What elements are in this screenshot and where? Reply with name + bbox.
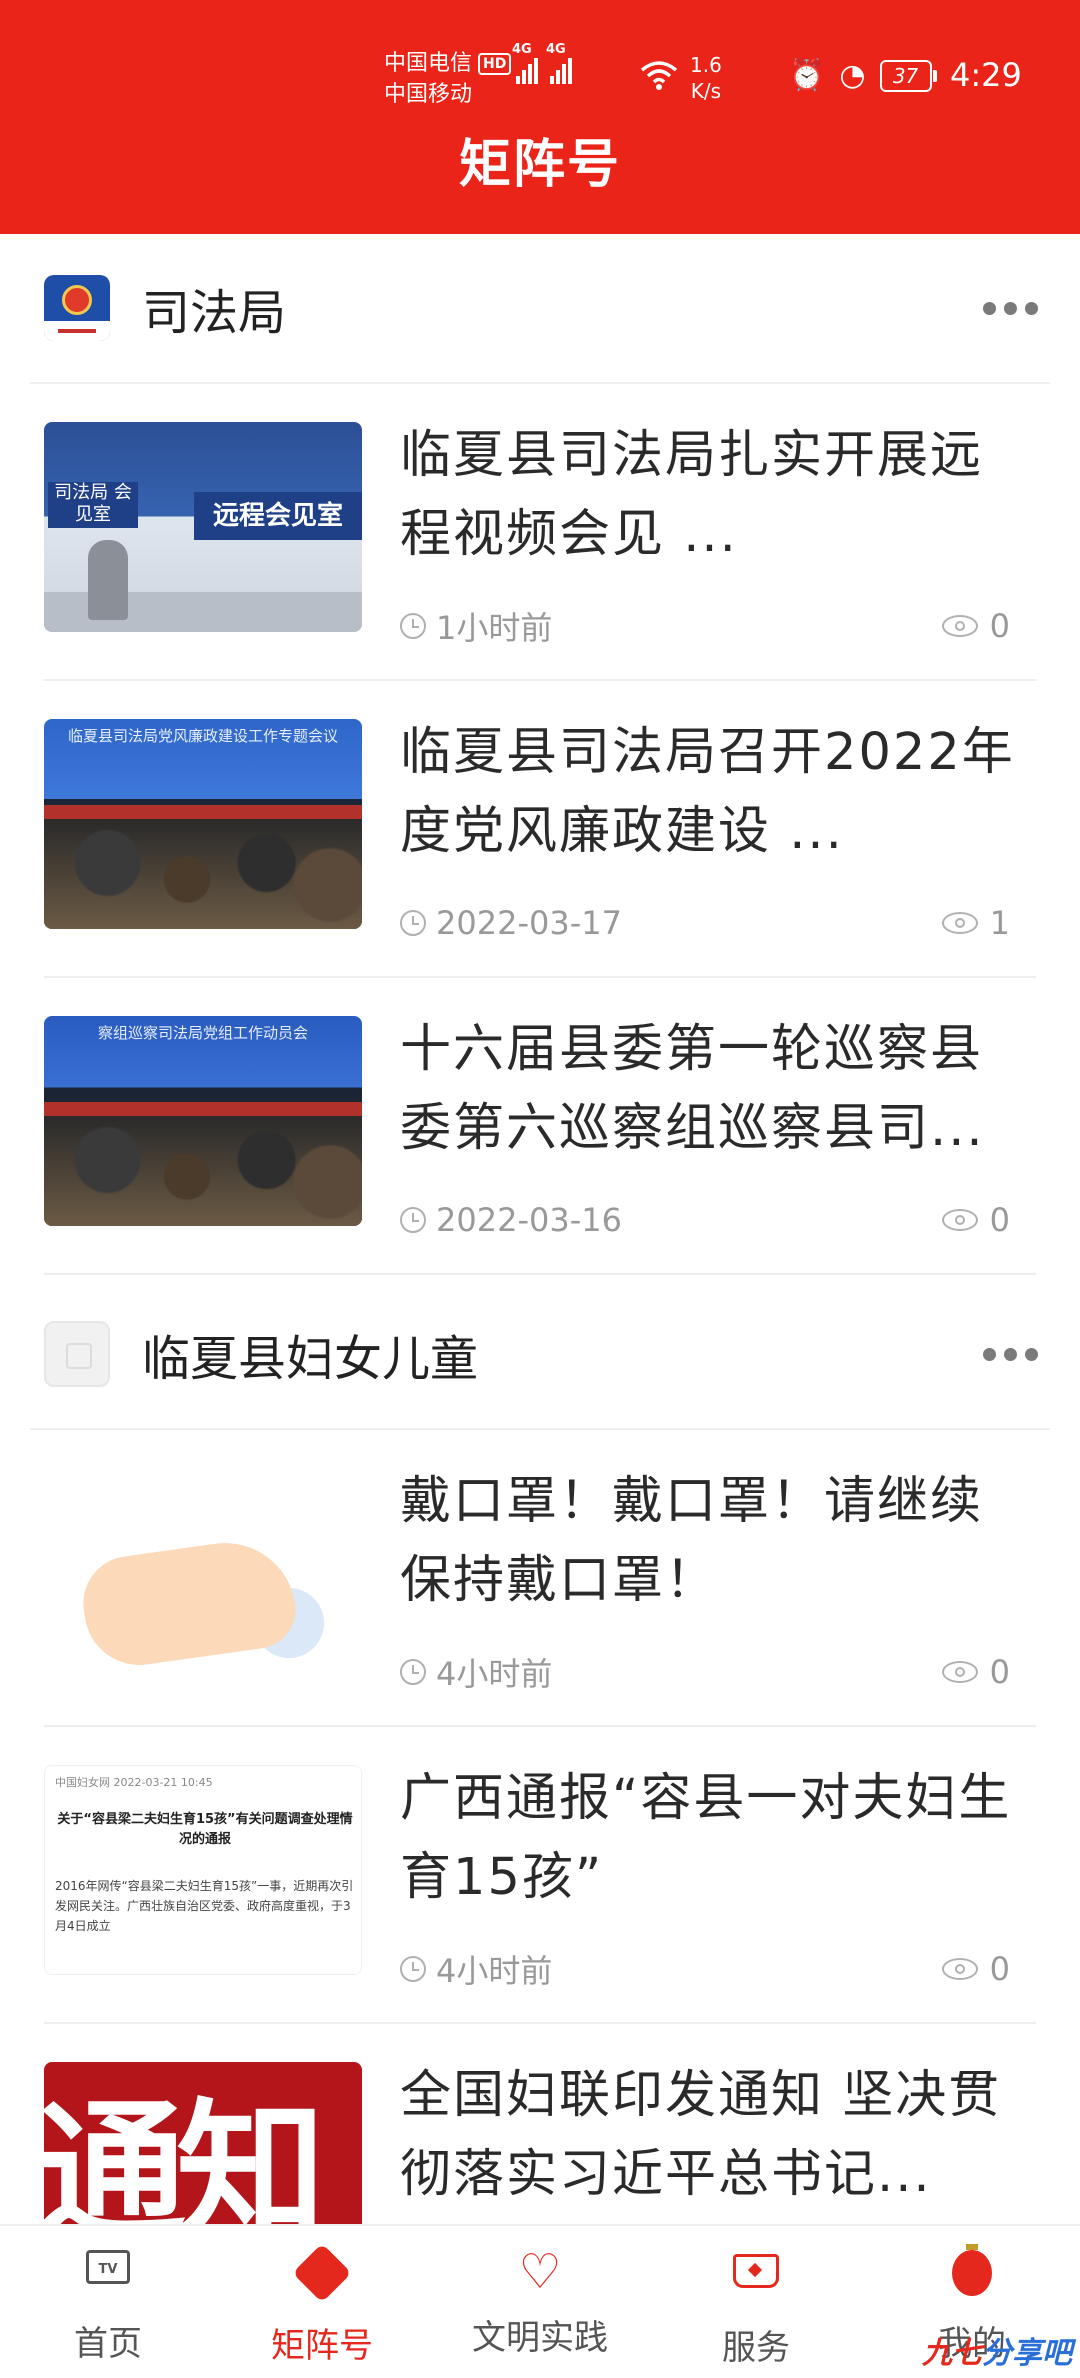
tv-icon: TV <box>86 2250 130 2284</box>
article-time: 2022-03-16 <box>436 1201 622 1239</box>
status-time: 4:29 <box>950 56 1022 94</box>
alarm-icon: ⏰ <box>788 58 826 93</box>
clock-icon <box>400 1659 426 1685</box>
org-logo <box>44 1321 110 1387</box>
article-thumbnail: 中国妇女网 2022-03-21 10:45 关于“容县梁二夫妇生育15孩”有关… <box>44 1765 362 1975</box>
article-title: 全国妇联印发通知 坚决贯彻落实习近平总书记... <box>400 2066 1002 2204</box>
eye-icon <box>941 615 978 637</box>
list-item[interactable]: 司法局 会见室 远程会见室 临夏县司法局扎实开展远程视频会见 ... 1小时前 … <box>44 384 1036 681</box>
signal-icons: 4G 4G <box>512 42 572 84</box>
article-meta: 2022-03-17 1 <box>400 903 1020 943</box>
tab-label: 首页 <box>74 2324 142 2364</box>
battery-indicator: 37 <box>879 59 937 92</box>
more-icon[interactable] <box>983 301 1038 315</box>
eye-icon <box>941 1661 978 1683</box>
signal-icon: 4G <box>546 42 572 84</box>
eye-icon <box>941 1958 978 1980</box>
tab-label: 服务 <box>722 2328 790 2368</box>
watermark: 九七分享吧 <box>922 2336 1072 2371</box>
eye-icon <box>941 912 978 934</box>
article-meta: 4小时前 0 <box>400 1949 1020 1990</box>
list-item[interactable]: 戴口罩！戴口罩！请继续保持戴口罩！ 4小时前 0 <box>44 1430 1036 1727</box>
view-count: 1 <box>941 904 1010 942</box>
clock-icon <box>400 910 426 936</box>
view-count: 0 <box>941 1950 1010 1988</box>
list-item[interactable]: 中国妇女网 2022-03-21 10:45 关于“容县梁二夫妇生育15孩”有关… <box>44 1727 1036 2024</box>
list-item[interactable]: 察组巡察司法局党组工作动员会 十六届县委第一轮巡察县委第六巡察组巡察县司... … <box>44 978 1036 1275</box>
clock-icon <box>400 613 426 639</box>
article-thumbnail: 察组巡察司法局党组工作动员会 <box>44 1016 362 1226</box>
carrier-info: 中国电信 HD 中国移动 <box>384 48 512 110</box>
article-thumbnail: 临夏县司法局党风廉政建设工作专题会议 <box>44 719 362 929</box>
article-time: 4小时前 <box>436 1952 553 1990</box>
carrier-1: 中国电信 <box>384 51 473 76</box>
matrix-icon <box>292 2243 352 2303</box>
section-header-fuer[interactable]: 临夏县妇女儿童 <box>30 1280 1050 1430</box>
app-header: 中国电信 HD 中国移动 4G 4G 1.6 K/s ⏰ ◔ 37 4:29 矩阵… <box>0 0 1080 234</box>
article-title: 广西通报“容县一对夫妇生育15孩” <box>400 1769 1012 1907</box>
network-speed: 1.6 K/s <box>690 53 722 103</box>
view-count: 0 <box>941 1653 1010 1691</box>
heart-icon: ♡ <box>518 2244 562 2300</box>
article-title: 临夏县司法局扎实开展远程视频会见 ... <box>400 426 984 564</box>
tab-label: 矩阵号 <box>271 2326 373 2366</box>
lantern-icon <box>952 2244 992 2296</box>
speedometer-icon: ◔ <box>839 58 866 93</box>
eye-icon <box>941 1209 978 1231</box>
page-title: 矩阵号 <box>458 135 621 195</box>
article-meta: 2022-03-16 0 <box>400 1200 1020 1240</box>
tab-service[interactable]: 服务 <box>656 2244 856 2374</box>
more-icon[interactable] <box>983 1347 1038 1361</box>
clock-icon <box>400 1956 426 1982</box>
view-count: 0 <box>941 607 1010 645</box>
article-thumbnail <box>44 1468 362 1678</box>
status-icons: ⏰ ◔ 37 <box>788 58 937 93</box>
service-icon <box>733 2254 779 2288</box>
tab-label: 文明实践 <box>472 2318 608 2358</box>
wifi-icon <box>640 60 678 94</box>
bottom-tab-bar: TV 首页 矩阵号 ♡ 文明实践 服务 我的 九七分享吧 <box>0 2224 1080 2378</box>
article-time: 1小时前 <box>436 609 553 647</box>
article-title: 临夏县司法局召开2022年度党风廉政建设 ... <box>400 723 1015 861</box>
org-name: 司法局 <box>142 285 287 341</box>
list-item[interactable]: 临夏县司法局党风廉政建设工作专题会议 临夏县司法局召开2022年度党风廉政建设 … <box>44 681 1036 978</box>
article-title: 戴口罩！戴口罩！请继续保持戴口罩！ <box>400 1472 984 1610</box>
tab-matrix[interactable]: 矩阵号 <box>222 2243 422 2374</box>
article-thumbnail: 司法局 会见室 远程会见室 <box>44 422 362 632</box>
signal-icon: 4G <box>512 42 538 84</box>
article-meta: 4小时前 0 <box>400 1652 1020 1693</box>
article-time: 2022-03-17 <box>436 904 622 942</box>
tab-civilization[interactable]: ♡ 文明实践 <box>440 2244 640 2374</box>
article-title: 十六届县委第一轮巡察县委第六巡察组巡察县司... <box>400 1020 985 1158</box>
org-name: 临夏县妇女儿童 <box>142 1331 479 1387</box>
org-logo <box>44 275 110 341</box>
article-meta: 1小时前 0 <box>400 606 1020 647</box>
view-count: 0 <box>941 1201 1010 1239</box>
section-header-sifaju[interactable]: 司法局 <box>30 234 1050 384</box>
clock-icon <box>400 1207 426 1233</box>
article-time: 4小时前 <box>436 1655 553 1693</box>
carrier-2: 中国移动 <box>384 82 473 107</box>
tab-home[interactable]: TV 首页 <box>8 2244 208 2374</box>
hd-badge: HD <box>478 52 512 75</box>
